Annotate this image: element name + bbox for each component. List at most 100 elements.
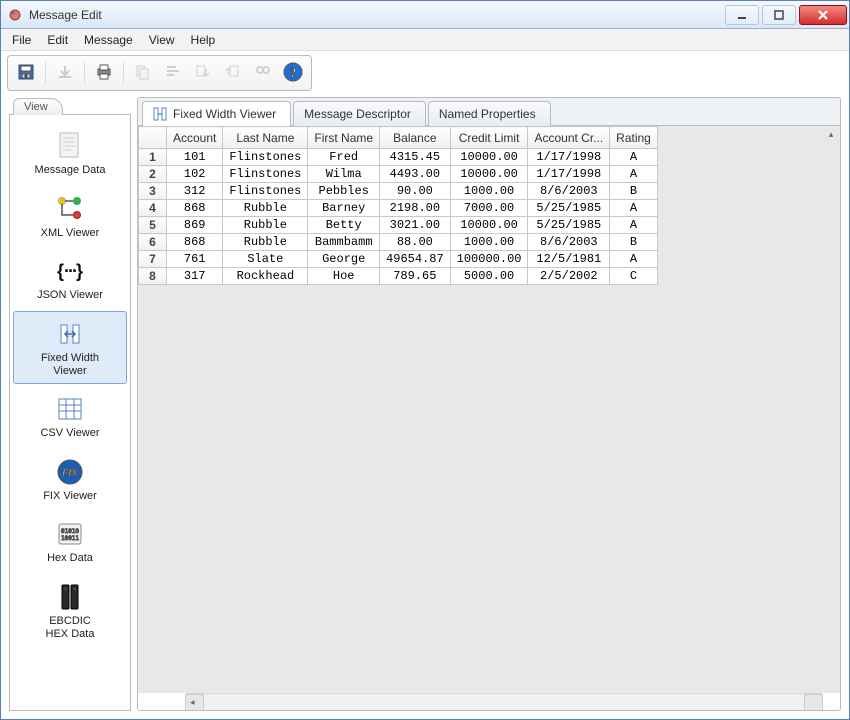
row-header[interactable]: 6 bbox=[139, 234, 167, 251]
cell[interactable]: A bbox=[610, 217, 658, 234]
table-row[interactable]: 5869RubbleBetty3021.0010000.005/25/1985A bbox=[139, 217, 658, 234]
cell[interactable]: B bbox=[610, 234, 658, 251]
cell[interactable]: Barney bbox=[308, 200, 380, 217]
row-header[interactable]: 2 bbox=[139, 166, 167, 183]
row-header[interactable]: 5 bbox=[139, 217, 167, 234]
cell[interactable]: 88.00 bbox=[380, 234, 451, 251]
cell[interactable]: 4315.45 bbox=[380, 149, 451, 166]
menu-view[interactable]: View bbox=[142, 31, 182, 49]
cell[interactable]: 49654.87 bbox=[380, 251, 451, 268]
cell[interactable]: C bbox=[610, 268, 658, 285]
sidebar-item-xml-viewer[interactable]: XML Viewer bbox=[13, 186, 127, 247]
table-row[interactable]: 8317RockheadHoe789.655000.002/5/2002C bbox=[139, 268, 658, 285]
table-row[interactable]: 2102FlinstonesWilma4493.0010000.001/17/1… bbox=[139, 166, 658, 183]
cell[interactable]: A bbox=[610, 251, 658, 268]
tab-fixed-width-viewer[interactable]: Fixed Width Viewer bbox=[142, 101, 291, 126]
table-row[interactable]: 6868RubbleBammbamm88.001000.008/6/2003B bbox=[139, 234, 658, 251]
sidebar-item-fixed-width-viewer[interactable]: Fixed Width Viewer bbox=[13, 311, 127, 384]
column-header[interactable]: First Name bbox=[308, 127, 380, 149]
sidebar-item-json-viewer[interactable]: {···} JSON Viewer bbox=[13, 248, 127, 309]
table-row[interactable]: 1101FlinstonesFred4315.4510000.001/17/19… bbox=[139, 149, 658, 166]
cell[interactable]: 2/5/2002 bbox=[528, 268, 610, 285]
row-header[interactable]: 4 bbox=[139, 200, 167, 217]
sidebar-item-csv-viewer[interactable]: CSV Viewer bbox=[13, 386, 127, 447]
tab-named-properties[interactable]: Named Properties bbox=[428, 101, 551, 126]
cell[interactable]: B bbox=[610, 183, 658, 200]
cell[interactable]: 90.00 bbox=[380, 183, 451, 200]
menu-edit[interactable]: Edit bbox=[40, 31, 75, 49]
cell[interactable]: 869 bbox=[167, 217, 223, 234]
cell[interactable]: 4493.00 bbox=[380, 166, 451, 183]
horizontal-scrollbar[interactable]: ◂ ▸ bbox=[186, 693, 822, 710]
cell[interactable]: Rubble bbox=[223, 217, 308, 234]
row-header[interactable]: 7 bbox=[139, 251, 167, 268]
menu-file[interactable]: File bbox=[5, 31, 38, 49]
cell[interactable]: 5000.00 bbox=[450, 268, 528, 285]
column-header[interactable]: Rating bbox=[610, 127, 658, 149]
tab-message-descriptor[interactable]: Message Descriptor bbox=[293, 101, 426, 126]
sidebar-item-hex-data[interactable]: 0101010011 Hex Data bbox=[13, 511, 127, 572]
cell[interactable]: 868 bbox=[167, 200, 223, 217]
cell[interactable]: Pebbles bbox=[308, 183, 380, 200]
cell[interactable]: 10000.00 bbox=[450, 149, 528, 166]
print-button[interactable] bbox=[90, 59, 118, 87]
cell[interactable]: Bammbamm bbox=[308, 234, 380, 251]
cell[interactable]: 789.65 bbox=[380, 268, 451, 285]
cell[interactable]: 10000.00 bbox=[450, 166, 528, 183]
maximize-button[interactable] bbox=[762, 5, 796, 25]
cell[interactable]: 10000.00 bbox=[450, 217, 528, 234]
cell[interactable]: 102 bbox=[167, 166, 223, 183]
cell[interactable]: Rubble bbox=[223, 234, 308, 251]
download-button[interactable] bbox=[51, 59, 79, 87]
cell[interactable]: Flinstones bbox=[223, 149, 308, 166]
cell[interactable]: 3021.00 bbox=[380, 217, 451, 234]
table-row[interactable]: 7761SlateGeorge49654.87100000.0012/5/198… bbox=[139, 251, 658, 268]
menu-message[interactable]: Message bbox=[77, 31, 140, 49]
row-header[interactable]: 1 bbox=[139, 149, 167, 166]
import-button[interactable] bbox=[189, 59, 217, 87]
cell[interactable]: Rubble bbox=[223, 200, 308, 217]
sidebar-tab[interactable]: View bbox=[13, 98, 63, 115]
export-button[interactable] bbox=[219, 59, 247, 87]
minimize-button[interactable] bbox=[725, 5, 759, 25]
sidebar-item-fix-viewer[interactable]: FIX FIX Viewer bbox=[13, 449, 127, 510]
table-row[interactable]: 3312FlinstonesPebbles90.001000.008/6/200… bbox=[139, 183, 658, 200]
save-button[interactable] bbox=[12, 59, 40, 87]
row-header[interactable]: 3 bbox=[139, 183, 167, 200]
cell[interactable]: A bbox=[610, 166, 658, 183]
grid-scroll[interactable]: AccountLast NameFirst NameBalanceCredit … bbox=[138, 126, 840, 693]
row-header[interactable]: 8 bbox=[139, 268, 167, 285]
cell[interactable]: 7000.00 bbox=[450, 200, 528, 217]
column-header[interactable]: Balance bbox=[380, 127, 451, 149]
help-button[interactable]: ? bbox=[279, 59, 307, 87]
cell[interactable]: 1000.00 bbox=[450, 183, 528, 200]
cell[interactable]: George bbox=[308, 251, 380, 268]
cell[interactable]: Betty bbox=[308, 217, 380, 234]
sidebar-item-ebcdic-hex-data[interactable]: EBCDIC HEX Data bbox=[13, 574, 127, 647]
cell[interactable]: 2198.00 bbox=[380, 200, 451, 217]
scroll-up-arrow[interactable]: ▴ bbox=[824, 128, 838, 140]
column-header[interactable]: Account Cr... bbox=[528, 127, 610, 149]
cell[interactable]: 761 bbox=[167, 251, 223, 268]
cell[interactable]: 100000.00 bbox=[450, 251, 528, 268]
scroll-left-arrow[interactable]: ◂ bbox=[190, 697, 195, 708]
menu-help[interactable]: Help bbox=[184, 31, 223, 49]
column-header[interactable]: Account bbox=[167, 127, 223, 149]
cell[interactable]: 101 bbox=[167, 149, 223, 166]
cell[interactable]: 5/25/1985 bbox=[528, 217, 610, 234]
cell[interactable]: A bbox=[610, 149, 658, 166]
cell[interactable]: 8/6/2003 bbox=[528, 234, 610, 251]
cell[interactable]: Wilma bbox=[308, 166, 380, 183]
cell[interactable]: 1/17/1998 bbox=[528, 166, 610, 183]
cell[interactable]: 1/17/1998 bbox=[528, 149, 610, 166]
close-button[interactable] bbox=[799, 5, 847, 25]
scroll-right-arrow[interactable]: ▸ bbox=[813, 697, 818, 708]
cell[interactable]: 312 bbox=[167, 183, 223, 200]
align-button[interactable] bbox=[159, 59, 187, 87]
cell[interactable]: Slate bbox=[223, 251, 308, 268]
cell[interactable]: Rockhead bbox=[223, 268, 308, 285]
cell[interactable]: 1000.00 bbox=[450, 234, 528, 251]
table-row[interactable]: 4868RubbleBarney2198.007000.005/25/1985A bbox=[139, 200, 658, 217]
cell[interactable]: Hoe bbox=[308, 268, 380, 285]
cell[interactable]: 5/25/1985 bbox=[528, 200, 610, 217]
